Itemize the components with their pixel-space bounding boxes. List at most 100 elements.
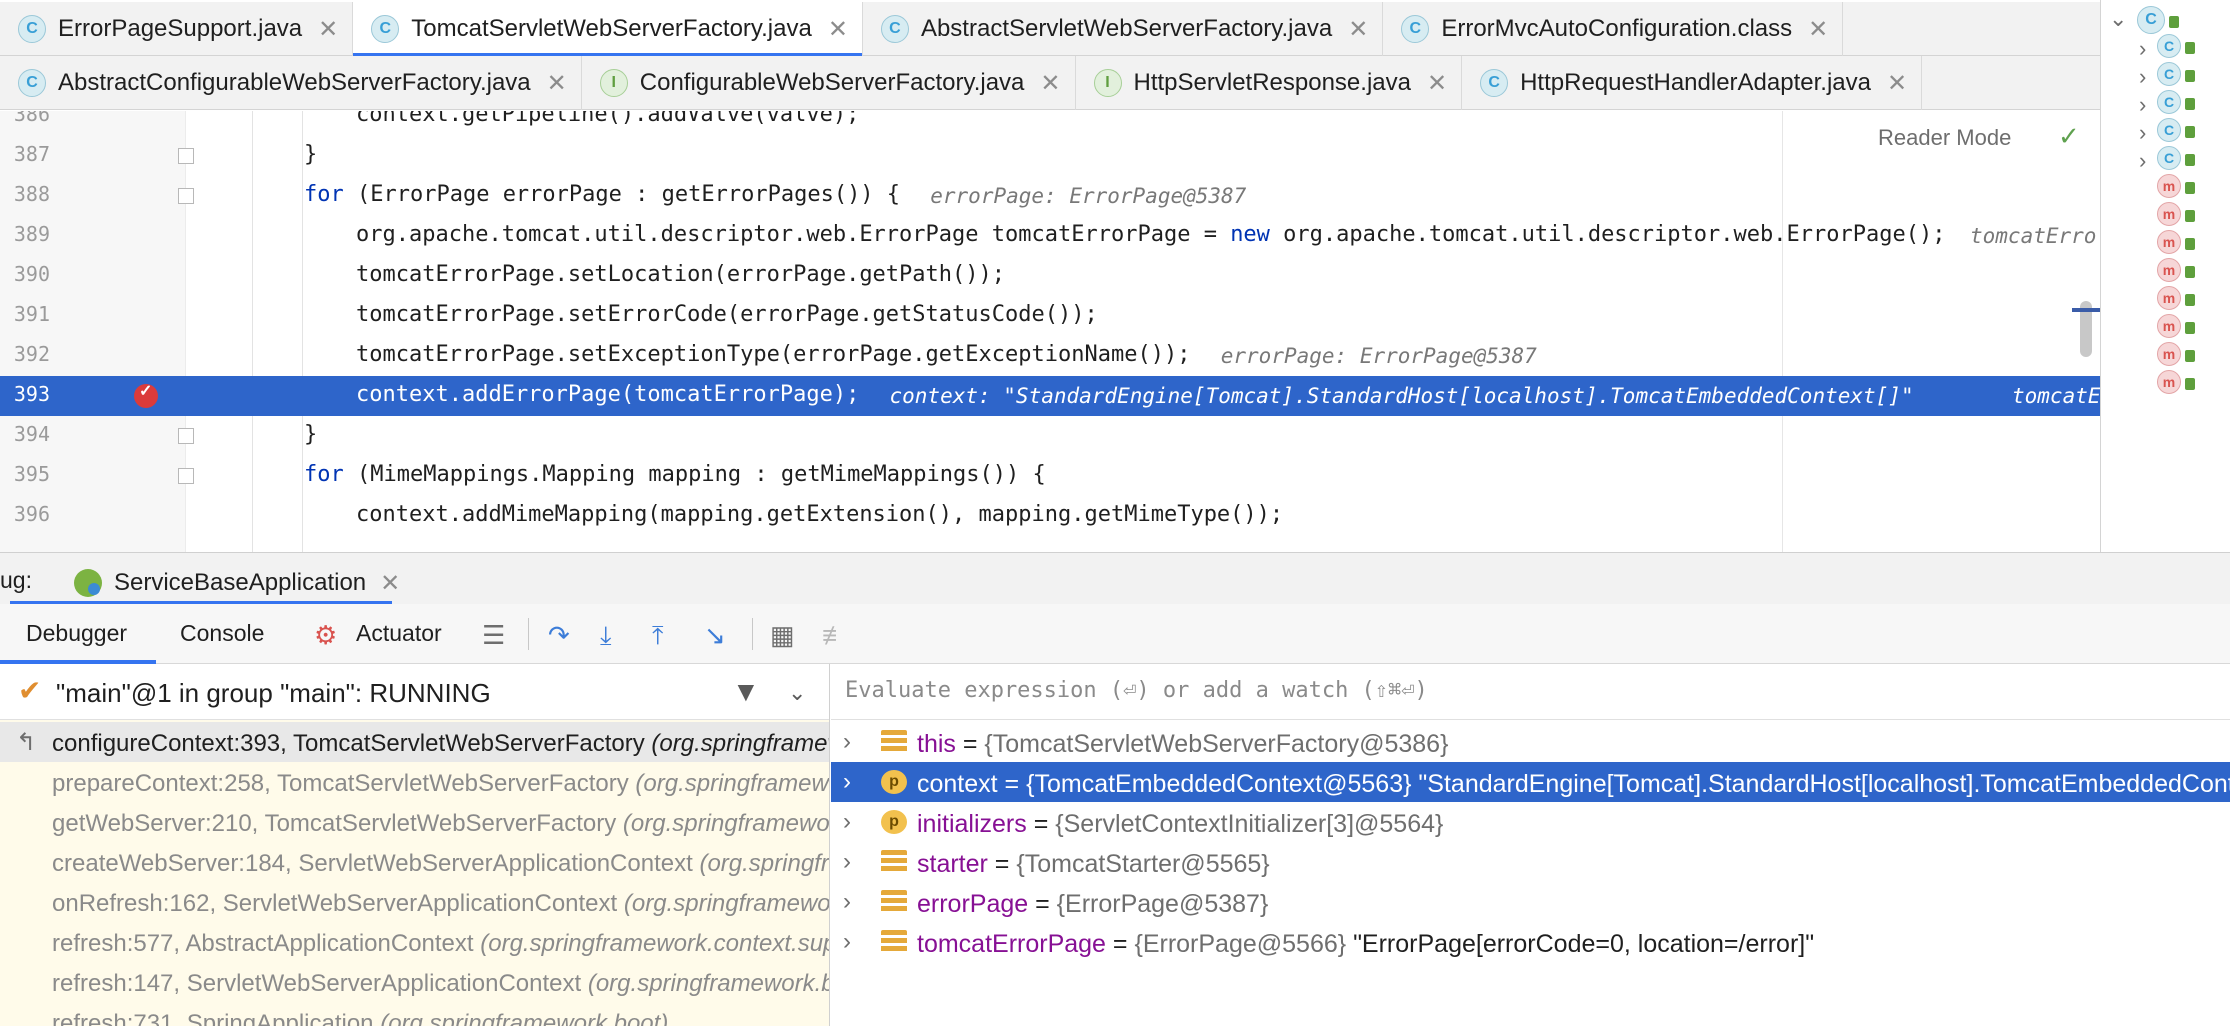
close-icon[interactable]: ✕ (380, 569, 400, 598)
variable-row[interactable]: › starter = {TomcatStarter@5565} (831, 842, 2230, 882)
close-icon[interactable]: ✕ (1040, 69, 1060, 98)
chevron-right-icon[interactable]: › (843, 728, 851, 756)
code-line[interactable]: 388 for (ErrorPage errorPage : getErrorPa… (0, 176, 2100, 216)
chevron-right-icon[interactable]: › (843, 928, 851, 956)
code-line[interactable]: 394} (0, 416, 2100, 456)
chevron-right-icon[interactable]: › (843, 888, 851, 916)
line-number[interactable]: 390 (10, 262, 50, 286)
chevron-right-icon[interactable]: › (2139, 64, 2146, 90)
variable-row[interactable]: › tomcatErrorPage = {ErrorPage@5566} "Err… (831, 922, 2230, 962)
variable-row[interactable]: › p context = {TomcatEmbeddedContext@5563}… (831, 762, 2230, 803)
method-icon: m (2157, 314, 2181, 338)
close-icon[interactable]: ✕ (1348, 15, 1368, 44)
breakpoint-icon[interactable] (134, 381, 158, 408)
close-icon[interactable]: ✕ (1808, 15, 1828, 44)
stack-frame[interactable]: refresh:577, AbstractApplicationContext … (0, 922, 829, 962)
variable-row[interactable]: › this = {TomcatServletWebServerFactory@5… (831, 722, 2230, 762)
stack-frame[interactable]: createWebServer:184, ServletWebServerApp… (0, 842, 829, 882)
editor-tab[interactable]: C AbstractConfigurableWebServerFactory.ja… (0, 56, 582, 110)
line-number[interactable]: 387 (10, 142, 50, 166)
stack-frame[interactable]: onRefresh:162, ServletWebServerApplicati… (0, 882, 829, 922)
equals-sign: = (1105, 930, 1135, 959)
chevron-right-icon[interactable]: › (843, 808, 851, 836)
chevron-right-icon[interactable]: › (2139, 36, 2146, 62)
stack-frame-method: prepareContext:258, TomcatServletWebServ… (52, 770, 629, 797)
line-number[interactable]: 391 (10, 302, 50, 326)
fold-end-marker[interactable] (178, 148, 194, 164)
parameter-icon: p (881, 810, 907, 835)
tab-actuator[interactable]: Actuator (356, 620, 442, 647)
inspection-ok-icon[interactable]: ✓ (2058, 121, 2080, 152)
close-icon[interactable]: ✕ (1427, 69, 1447, 98)
structure-item[interactable]: m (2101, 370, 2230, 410)
line-number[interactable]: 389 (10, 222, 50, 246)
chevron-right-icon[interactable]: › (2139, 120, 2146, 146)
code-line[interactable]: 395 for (MimeMappings.Mapping mapping : g… (0, 456, 2100, 496)
code-line[interactable]: 396 context.addMimeMapping(mapping.getExt… (0, 496, 2100, 536)
editor-tab[interactable]: C ErrorPageSupport.java ✕ (0, 2, 354, 56)
run-config-tab[interactable]: ServiceBaseApplication ✕ (74, 561, 400, 605)
filter-icon[interactable]: ▼ (732, 676, 760, 708)
code-line[interactable]: 387} (0, 136, 2100, 176)
evaluate-expression-placeholder[interactable]: Evaluate expression (⏎) or add a watch (… (845, 678, 1428, 703)
code-editor[interactable]: 386 context.getPipeline().addValve(valve)… (0, 111, 2100, 552)
fold-start-marker[interactable] (178, 468, 194, 484)
fold-start-marker[interactable] (178, 188, 194, 204)
stack-frame[interactable]: getWebServer:210, TomcatServletWebServer… (0, 802, 829, 842)
run-to-cursor-icon[interactable]: ↘ (704, 620, 726, 651)
trace-stream-icon[interactable]: ≢ (822, 620, 848, 651)
code-line[interactable]: 390 tomcatErrorPage.setLocation(errorPage… (0, 256, 2100, 296)
inline-debug-value: tomcatErro (1970, 224, 2097, 248)
close-icon[interactable]: ✕ (828, 15, 848, 44)
line-number[interactable]: 394 (10, 422, 50, 446)
chevron-right-icon[interactable]: › (843, 768, 851, 796)
reader-mode-button[interactable]: Reader Mode (1878, 125, 2011, 151)
line-number[interactable]: 395 (10, 462, 50, 486)
line-number[interactable]: 392 (10, 342, 50, 366)
chevron-down-icon[interactable]: ⌄ (2109, 6, 2127, 32)
close-icon[interactable]: ✕ (547, 69, 567, 98)
line-number[interactable]: 388 (10, 182, 50, 206)
stack-frame[interactable]: refresh:731, SpringApplication (org.spri… (0, 1002, 829, 1026)
stack-frame[interactable]: prepareContext:258, TomcatServletWebServ… (0, 762, 829, 802)
editor-tab[interactable]: C TomcatServletWebServerFactory.java ✕ (353, 2, 863, 57)
variable-row[interactable]: › errorPage = {ErrorPage@5387} (831, 882, 2230, 922)
editor-tab[interactable]: I ConfigurableWebServerFactory.java ✕ (582, 56, 1076, 110)
chevron-right-icon[interactable]: › (2139, 92, 2146, 118)
line-number[interactable]: 386 (10, 111, 50, 126)
step-into-icon[interactable]: ⤓ (600, 620, 612, 652)
editor-tab[interactable]: I HttpServletResponse.java ✕ (1076, 56, 1463, 110)
code-text: context.addErrorPage(tomcatErrorPage); (356, 382, 859, 407)
code-line[interactable]: 386 context.getPipeline().addValve(valve)… (0, 111, 2100, 136)
line-number[interactable]: 393 (10, 382, 50, 406)
close-icon[interactable]: ✕ (1887, 69, 1907, 98)
layout-menu-icon[interactable]: ☰ (482, 620, 505, 651)
chevron-right-icon[interactable]: › (843, 848, 851, 876)
chevron-right-icon[interactable]: › (2139, 148, 2146, 174)
evaluate-expression-field[interactable]: Evaluate expression (⏎) or add a watch (… (831, 664, 2230, 720)
code-line[interactable]: 392 tomcatErrorPage.setExceptionType(erro… (0, 336, 2100, 376)
step-out-icon[interactable]: ⤒ (652, 620, 664, 652)
fold-end-marker[interactable] (178, 428, 194, 444)
editor-tab[interactable]: C AbstractServletWebServerFactory.java ✕ (863, 2, 1384, 56)
stack-frame[interactable]: refresh:147, ServletWebServerApplication… (0, 962, 829, 1002)
chevron-down-icon[interactable]: ⌄ (788, 680, 806, 706)
editor-tab[interactable]: C HttpRequestHandlerAdapter.java ✕ (1462, 56, 1923, 110)
class-icon: C (2157, 118, 2181, 142)
code-line[interactable]: 389 org.apache.tomcat.util.descriptor.web… (0, 216, 2100, 256)
scrollbar-marker (2072, 308, 2100, 312)
code-line[interactable]: 391 tomcatErrorPage.setErrorCode(errorPag… (0, 296, 2100, 336)
execution-line[interactable]: 393 context.addErrorPage(tomcatErrorPage)… (0, 376, 2100, 416)
stack-frame[interactable]: ↰ configureContext:393, TomcatServletWebS… (0, 722, 829, 762)
tab-console[interactable]: Console (180, 620, 264, 647)
editor-tab[interactable]: C ErrorMvcAutoConfiguration.class ✕ (1383, 2, 1844, 56)
return-arrow-icon: ↰ (16, 729, 37, 756)
thread-selector[interactable]: ✔ "main"@1 in group "main": RUNNING ▼ ⌄ (0, 664, 829, 720)
tab-debugger[interactable]: Debugger (26, 620, 127, 647)
close-icon[interactable]: ✕ (318, 15, 338, 44)
variable-text: tomcatErrorPage = {ErrorPage@5566} "Erro… (917, 930, 1814, 959)
evaluate-expression-icon[interactable]: ▦ (770, 620, 795, 651)
line-number[interactable]: 396 (10, 502, 50, 526)
variable-row[interactable]: › p initializers = {ServletContextInitiali… (831, 802, 2230, 842)
step-over-icon[interactable]: ↷ (548, 620, 570, 651)
